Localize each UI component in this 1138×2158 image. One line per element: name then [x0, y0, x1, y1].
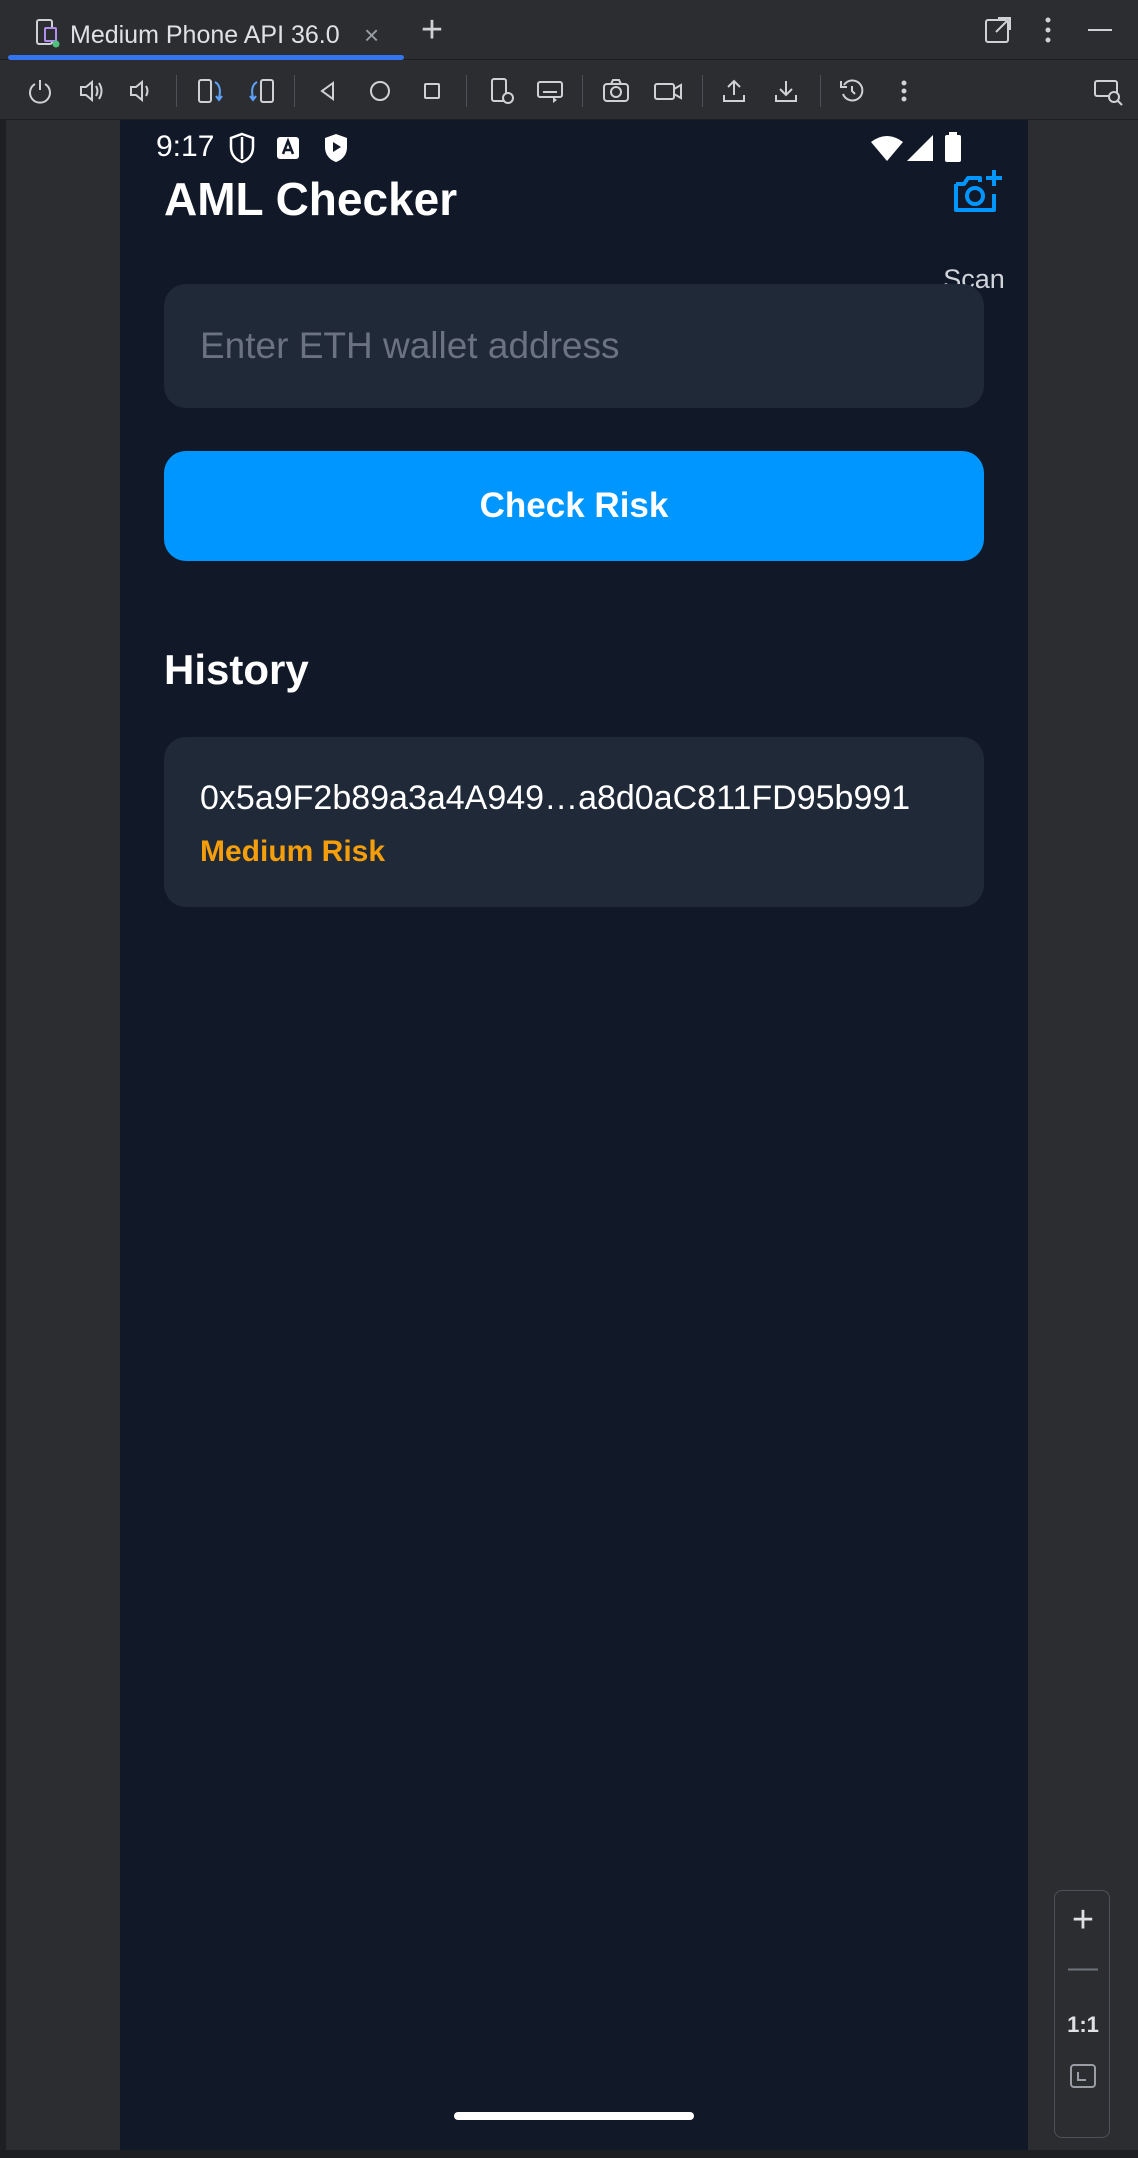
- emulator-title-bar: Medium Phone API 36.0 × +: [0, 0, 1138, 60]
- toolbar-divider: [294, 75, 295, 107]
- minimize-icon[interactable]: [1080, 12, 1120, 48]
- history-item[interactable]: 0x5a9F2b89a3a4A949…a8d0aC811FD95b991 Med…: [164, 737, 984, 907]
- device-screen: 9:17 AML Checker Scan Enter ETH wallet a…: [120, 120, 1028, 2150]
- scan-button[interactable]: Scan: [920, 164, 1028, 294]
- rotate-left-icon[interactable]: [192, 73, 228, 109]
- new-tab-button[interactable]: +: [412, 8, 452, 52]
- history-heading: History: [164, 646, 309, 693]
- play-protect-icon: [325, 134, 347, 162]
- actual-size-button[interactable]: 1:1: [1055, 2005, 1111, 2045]
- keyboard-icon[interactable]: [532, 73, 568, 109]
- risk-level-label: Medium Risk: [200, 835, 386, 868]
- open-external-icon[interactable]: [978, 12, 1018, 48]
- app-notification-icon: [277, 137, 299, 159]
- emulator-side-panel: [1028, 120, 1138, 2150]
- device-icon: [36, 19, 60, 48]
- overview-icon[interactable]: [414, 73, 450, 109]
- more-vertical-icon[interactable]: [1028, 12, 1068, 48]
- more-icon[interactable]: [886, 73, 922, 109]
- device-settings-icon[interactable]: [484, 73, 520, 109]
- toolbar-divider: [176, 75, 177, 107]
- home-icon[interactable]: [362, 73, 398, 109]
- zoom-in-button[interactable]: +: [1055, 1897, 1111, 1943]
- ide-bottom-strip: [0, 2150, 1138, 2158]
- emulator-toolbar: [0, 61, 1138, 120]
- gesture-navigation-bar[interactable]: [454, 2112, 694, 2120]
- rotate-right-icon[interactable]: [244, 73, 280, 109]
- history-address: 0x5a9F2b89a3a4A949…a8d0aC811FD95b991: [200, 779, 911, 817]
- screenshot-icon[interactable]: [598, 73, 634, 109]
- zoom-controls: + — 1:1: [1054, 1890, 1110, 2138]
- add-camera-icon: [954, 170, 1002, 212]
- wallet-address-input[interactable]: [164, 284, 984, 408]
- upload-icon[interactable]: [716, 73, 752, 109]
- toolbar-divider: [702, 75, 703, 107]
- check-risk-button[interactable]: Check Risk: [164, 451, 984, 561]
- zoom-out-button[interactable]: —: [1055, 1945, 1111, 1991]
- cellular-signal-icon: [907, 135, 933, 161]
- privacy-shield-icon: [229, 132, 255, 164]
- back-icon[interactable]: [310, 73, 346, 109]
- android-status-bar: 9:17: [120, 120, 1028, 176]
- volume-down-icon[interactable]: [124, 73, 160, 109]
- toolbar-divider: [582, 75, 583, 107]
- volume-up-icon[interactable]: [74, 73, 110, 109]
- active-tab-indicator: [8, 55, 404, 60]
- tab-title: Medium Phone API 36.0: [70, 21, 340, 49]
- wifi-icon: [871, 136, 903, 161]
- download-icon[interactable]: [768, 73, 804, 109]
- toolbar-divider: [466, 75, 467, 107]
- app-title: AML Checker: [164, 173, 458, 225]
- device-mirror-icon[interactable]: [1090, 73, 1126, 109]
- battery-icon: [945, 132, 961, 162]
- snapshot-icon[interactable]: [834, 73, 870, 109]
- tab-close-icon[interactable]: ×: [364, 20, 379, 51]
- power-icon[interactable]: [22, 73, 58, 109]
- status-time: 9:17: [156, 130, 215, 163]
- toolbar-divider: [820, 75, 821, 107]
- ide-left-gutter: [0, 120, 6, 2150]
- screen-record-icon[interactable]: [650, 73, 686, 109]
- fit-screen-icon[interactable]: [1069, 2063, 1097, 2089]
- tab-device[interactable]: Medium Phone API 36.0 ×: [8, 8, 404, 60]
